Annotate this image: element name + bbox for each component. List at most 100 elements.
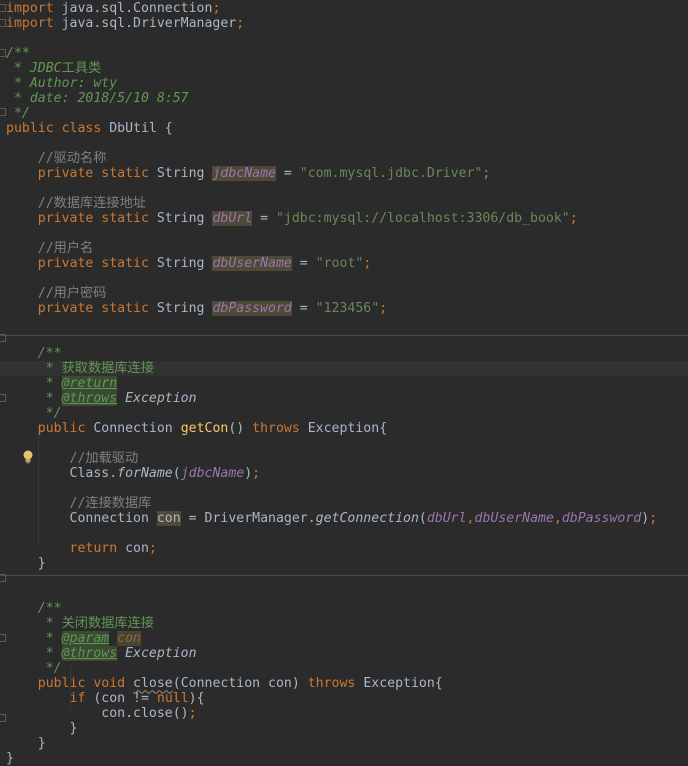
token-sm: getConnection	[315, 511, 419, 526]
token-kw: ;	[649, 511, 658, 526]
token-doc: *	[6, 361, 62, 376]
code-line[interactable]	[0, 481, 688, 496]
token-tag: @throws	[61, 646, 118, 661]
code-line[interactable]: */	[0, 661, 688, 676]
token-doc: /**	[6, 346, 62, 361]
token-kw: public class	[6, 121, 110, 136]
token-pl: =	[291, 256, 316, 271]
code-line[interactable]: /**	[0, 346, 688, 361]
code-line[interactable]: //连接数据库	[0, 496, 688, 511]
code-line[interactable]: private static String jdbcName = "com.my…	[0, 166, 688, 181]
fold-marker-icon[interactable]	[0, 19, 6, 27]
code-line[interactable]: public class DbUtil {	[0, 121, 688, 136]
code-line[interactable]: //加载驱动	[0, 451, 688, 466]
code-line[interactable]: * @return	[0, 376, 688, 391]
code-line[interactable]: Connection con = DriverManager.getConnec…	[0, 511, 688, 526]
code-line[interactable]	[0, 181, 688, 196]
token-fldhl: dbPassword	[212, 301, 292, 316]
lightbulb-icon[interactable]	[22, 450, 34, 464]
code-line[interactable]	[0, 271, 688, 286]
code-line[interactable]: //驱动名称	[0, 151, 688, 166]
code-line[interactable]	[0, 571, 688, 586]
token-pl: )	[244, 466, 253, 481]
code-line[interactable]: import java.sql.Connection;	[0, 1, 688, 16]
token-doc: /**	[6, 601, 62, 616]
method-separator	[0, 575, 688, 576]
token-kw: ;	[252, 466, 261, 481]
token-pl: con	[125, 541, 149, 556]
code-line[interactable]: //数据库连接地址	[0, 196, 688, 211]
token-doccn: 工具类	[61, 61, 102, 76]
code-line[interactable]	[0, 526, 688, 541]
fold-marker-icon[interactable]	[0, 4, 6, 12]
code-line[interactable]: }	[0, 736, 688, 751]
token-pl: Class.	[6, 466, 118, 481]
fold-marker-icon[interactable]	[0, 714, 6, 722]
code-line[interactable]: //用户名	[0, 241, 688, 256]
token-doc: /**	[6, 46, 30, 61]
code-text: /**	[6, 46, 30, 61]
code-line[interactable]: public Connection getCon() throws Except…	[0, 421, 688, 436]
code-line[interactable]: }	[0, 721, 688, 736]
code-line[interactable]: */	[0, 106, 688, 121]
code-text: */	[6, 106, 30, 121]
code-line[interactable]: private static String dbUrl = "jdbc:mysq…	[0, 211, 688, 226]
fold-marker-icon[interactable]	[0, 634, 6, 642]
code-line[interactable]: if (con != null){	[0, 691, 688, 706]
code-line[interactable]	[0, 586, 688, 601]
code-line[interactable]: * @throws Exception	[0, 391, 688, 406]
code-line[interactable]: private static String dbUserName = "root…	[0, 256, 688, 271]
fold-marker-icon[interactable]	[0, 334, 6, 342]
fold-marker-icon[interactable]	[0, 394, 6, 402]
code-line[interactable]: * @param con	[0, 631, 688, 646]
code-line[interactable]	[0, 316, 688, 331]
code-line[interactable]	[0, 226, 688, 241]
token-doc: * date: 2018/5/10 8:57	[6, 91, 189, 106]
code-text: }	[6, 751, 14, 766]
code-line[interactable]: * 获取数据库连接	[0, 361, 688, 376]
token-doc: * JDBC	[6, 61, 62, 76]
code-line[interactable]: return con;	[0, 541, 688, 556]
code-line[interactable]: import java.sql.DriverManager;	[0, 16, 688, 31]
code-editor[interactable]: import java.sql.Connection; import java.s…	[0, 0, 688, 766]
code-text: * Author: wty	[6, 76, 117, 91]
code-text: private static String jdbcName = "com.my…	[6, 166, 490, 181]
code-text: Connection con = DriverManager.getConnec…	[6, 511, 657, 526]
code-line[interactable]: public void close(Connection con) throws…	[0, 676, 688, 691]
code-line[interactable]: }	[0, 556, 688, 571]
code-line[interactable]: * 关闭数据库连接	[0, 616, 688, 631]
fold-marker-icon[interactable]	[0, 49, 6, 57]
code-line[interactable]: /**	[0, 601, 688, 616]
token-kw: ;	[212, 1, 221, 16]
code-text: * @param con	[6, 631, 141, 646]
token-str: "root"	[315, 256, 364, 271]
fold-marker-icon[interactable]	[0, 108, 6, 116]
code-line[interactable]: }	[0, 751, 688, 766]
token-pl: String	[156, 256, 213, 271]
code-line[interactable]	[0, 31, 688, 46]
code-line[interactable]: * @throws Exception	[0, 646, 688, 661]
code-line[interactable]: /**	[0, 46, 688, 61]
token-pl: Exception{	[363, 676, 443, 691]
token-parhl: con	[117, 631, 141, 646]
token-fn: getCon	[180, 421, 229, 436]
code-line[interactable]: * JDBC工具类	[0, 61, 688, 76]
code-line[interactable]	[0, 436, 688, 451]
token-pl: =	[275, 166, 300, 181]
code-line[interactable]: * Author: wty	[0, 76, 688, 91]
code-line[interactable]	[0, 136, 688, 151]
fold-marker-icon[interactable]	[0, 574, 6, 582]
code-line[interactable]: * date: 2018/5/10 8:57	[0, 91, 688, 106]
code-text: * 获取数据库连接	[6, 361, 154, 376]
code-line[interactable]: Class.forName(jdbcName);	[0, 466, 688, 481]
token-pl: ){	[188, 691, 205, 706]
code-line[interactable]: //用户密码	[0, 286, 688, 301]
token-kw: null	[156, 691, 189, 706]
code-line[interactable]: private static String dbPassword = "1234…	[0, 301, 688, 316]
code-line[interactable]	[0, 331, 688, 346]
code-line[interactable]: con.close();	[0, 706, 688, 721]
token-pl: =	[291, 301, 316, 316]
token-warn: close	[133, 676, 173, 691]
code-line[interactable]: */	[0, 406, 688, 421]
token-doc: *	[6, 391, 62, 406]
